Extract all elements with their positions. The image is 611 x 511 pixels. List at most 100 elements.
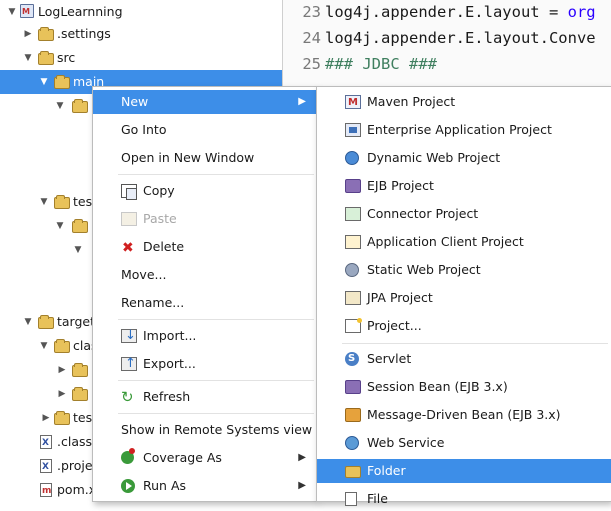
tree-item-label: src xyxy=(57,50,76,65)
menu-item-label: Refresh xyxy=(143,389,191,404)
submenu-item-folder[interactable]: Folder xyxy=(317,459,611,483)
tree-item-project[interactable]: ▼ LogLearnning xyxy=(0,0,282,24)
submenu-item-mdb[interactable]: Message-Driven Bean (EJB 3.x) xyxy=(317,403,611,427)
submenu-item-label: Connector Project xyxy=(367,206,479,221)
context-menu: New ▶ Go Into Open in New Window Copy Pa… xyxy=(92,86,317,502)
submenu-item-enterprise-app[interactable]: Enterprise Application Project xyxy=(317,118,611,142)
tree-item-settings[interactable]: ▶ .settings xyxy=(0,22,282,46)
xml-file-icon xyxy=(40,431,52,455)
menu-item-import[interactable]: Import... xyxy=(93,324,316,348)
servlet-icon xyxy=(345,347,359,371)
collapse-arrow-icon[interactable]: ▼ xyxy=(22,310,34,334)
menu-item-delete[interactable]: Delete xyxy=(93,235,316,260)
submenu-item-servlet[interactable]: Servlet xyxy=(317,347,611,371)
menu-item-label: Coverage As xyxy=(143,450,222,465)
menu-item-export[interactable]: Export... xyxy=(93,352,316,376)
menu-item-label: Paste xyxy=(143,211,177,226)
web-service-icon xyxy=(345,436,359,450)
xml-file-icon xyxy=(40,455,52,479)
menu-item-rename[interactable]: Rename... xyxy=(93,291,316,315)
submenu-item-maven-project[interactable]: Maven Project xyxy=(317,90,611,115)
folder-icon xyxy=(54,75,70,89)
submenu-item-app-client[interactable]: Application Client Project xyxy=(317,230,611,254)
submenu-item-project[interactable]: Project... xyxy=(317,314,611,338)
submenu-item-label: Web Service xyxy=(367,435,445,450)
submenu-arrow-icon: ▶ xyxy=(298,452,306,463)
menu-item-go-into[interactable]: Go Into xyxy=(93,118,316,142)
menu-item-copy[interactable]: Copy xyxy=(93,179,316,203)
maven-icon xyxy=(345,91,361,115)
submenu-item-label: Maven Project xyxy=(367,94,456,109)
menu-item-label: Open in New Window xyxy=(121,150,255,165)
menu-separator xyxy=(118,413,314,414)
collapse-arrow-icon[interactable]: ▼ xyxy=(54,94,66,118)
submenu-item-label: Project... xyxy=(367,318,422,333)
menu-item-coverage-as[interactable]: Coverage As ▶ xyxy=(93,446,316,470)
submenu-arrow-icon: ▶ xyxy=(298,480,306,491)
pom-file-icon xyxy=(40,479,52,503)
menu-item-new[interactable]: New ▶ xyxy=(93,90,316,114)
submenu-item-label: File xyxy=(367,491,388,506)
new-submenu: Maven Project Enterprise Application Pro… xyxy=(316,86,611,506)
tree-item-label: LogLearnning xyxy=(38,4,123,19)
submenu-item-label: EJB Project xyxy=(367,178,434,193)
submenu-item-dynamic-web[interactable]: Dynamic Web Project xyxy=(317,146,611,170)
submenu-item-connector-project[interactable]: Connector Project xyxy=(317,202,611,226)
submenu-item-static-web[interactable]: Static Web Project xyxy=(317,258,611,282)
submenu-item-label: Message-Driven Bean (EJB 3.x) xyxy=(367,407,561,422)
menu-item-run-as[interactable]: Run As ▶ xyxy=(93,474,316,498)
maven-project-icon xyxy=(20,0,34,24)
menu-item-label: New xyxy=(121,94,149,109)
tree-item-label: target xyxy=(57,314,96,329)
submenu-item-web-service[interactable]: Web Service xyxy=(317,431,611,455)
submenu-item-session-bean[interactable]: Session Bean (EJB 3.x) xyxy=(317,375,611,399)
menu-item-remote-systems[interactable]: Show in Remote Systems view xyxy=(93,418,316,442)
folder-icon xyxy=(345,466,361,478)
file-icon xyxy=(345,492,357,506)
folder-icon xyxy=(38,27,54,41)
folder-icon xyxy=(72,99,88,113)
collapse-arrow-icon[interactable]: ▼ xyxy=(6,0,18,24)
submenu-arrow-icon: ▶ xyxy=(298,96,306,107)
menu-item-refresh[interactable]: Refresh xyxy=(93,385,316,409)
enterprise-app-icon xyxy=(345,123,361,137)
menu-item-label: Go Into xyxy=(121,122,167,137)
menu-item-label: Delete xyxy=(143,239,185,254)
jpa-icon xyxy=(345,291,361,305)
menu-item-label: Import... xyxy=(143,328,197,343)
collapse-arrow-icon[interactable]: ▼ xyxy=(22,46,34,70)
expand-arrow-icon[interactable]: ▶ xyxy=(56,382,68,406)
submenu-item-label: Dynamic Web Project xyxy=(367,150,501,165)
run-icon xyxy=(121,479,135,493)
session-bean-icon xyxy=(345,380,361,394)
expand-arrow-icon[interactable]: ▶ xyxy=(22,22,34,46)
connector-icon xyxy=(345,207,361,221)
submenu-item-ejb-project[interactable]: EJB Project xyxy=(317,174,611,198)
menu-item-label: Run As xyxy=(143,478,187,493)
ejb-icon xyxy=(345,179,361,193)
collapse-arrow-icon[interactable]: ▼ xyxy=(54,214,66,238)
collapse-arrow-icon[interactable]: ▼ xyxy=(38,190,50,214)
menu-item-label: Move... xyxy=(121,267,167,282)
refresh-icon xyxy=(121,385,137,409)
code-comment: ### JDBC ### xyxy=(325,55,437,73)
app-client-icon xyxy=(345,235,361,249)
static-web-icon xyxy=(345,263,359,277)
collapse-arrow-icon[interactable]: ▼ xyxy=(38,334,50,358)
menu-item-open-new-window[interactable]: Open in New Window xyxy=(93,146,316,170)
submenu-item-label: Application Client Project xyxy=(367,234,524,249)
submenu-item-file[interactable]: File xyxy=(317,487,611,511)
code-value: org xyxy=(567,3,596,21)
menu-separator xyxy=(118,174,314,175)
collapse-arrow-icon[interactable]: ▼ xyxy=(72,238,84,262)
import-icon xyxy=(121,324,137,348)
collapse-arrow-icon[interactable]: ▼ xyxy=(38,70,50,94)
menu-item-label: Copy xyxy=(143,183,175,198)
submenu-item-jpa-project[interactable]: JPA Project xyxy=(317,286,611,310)
menu-item-move[interactable]: Move... xyxy=(93,263,316,287)
submenu-item-label: Folder xyxy=(367,463,406,478)
tree-item-src[interactable]: ▼ src xyxy=(0,46,282,70)
expand-arrow-icon[interactable]: ▶ xyxy=(56,358,68,382)
expand-arrow-icon[interactable]: ▶ xyxy=(40,406,52,430)
line-number: 23 xyxy=(302,3,321,21)
